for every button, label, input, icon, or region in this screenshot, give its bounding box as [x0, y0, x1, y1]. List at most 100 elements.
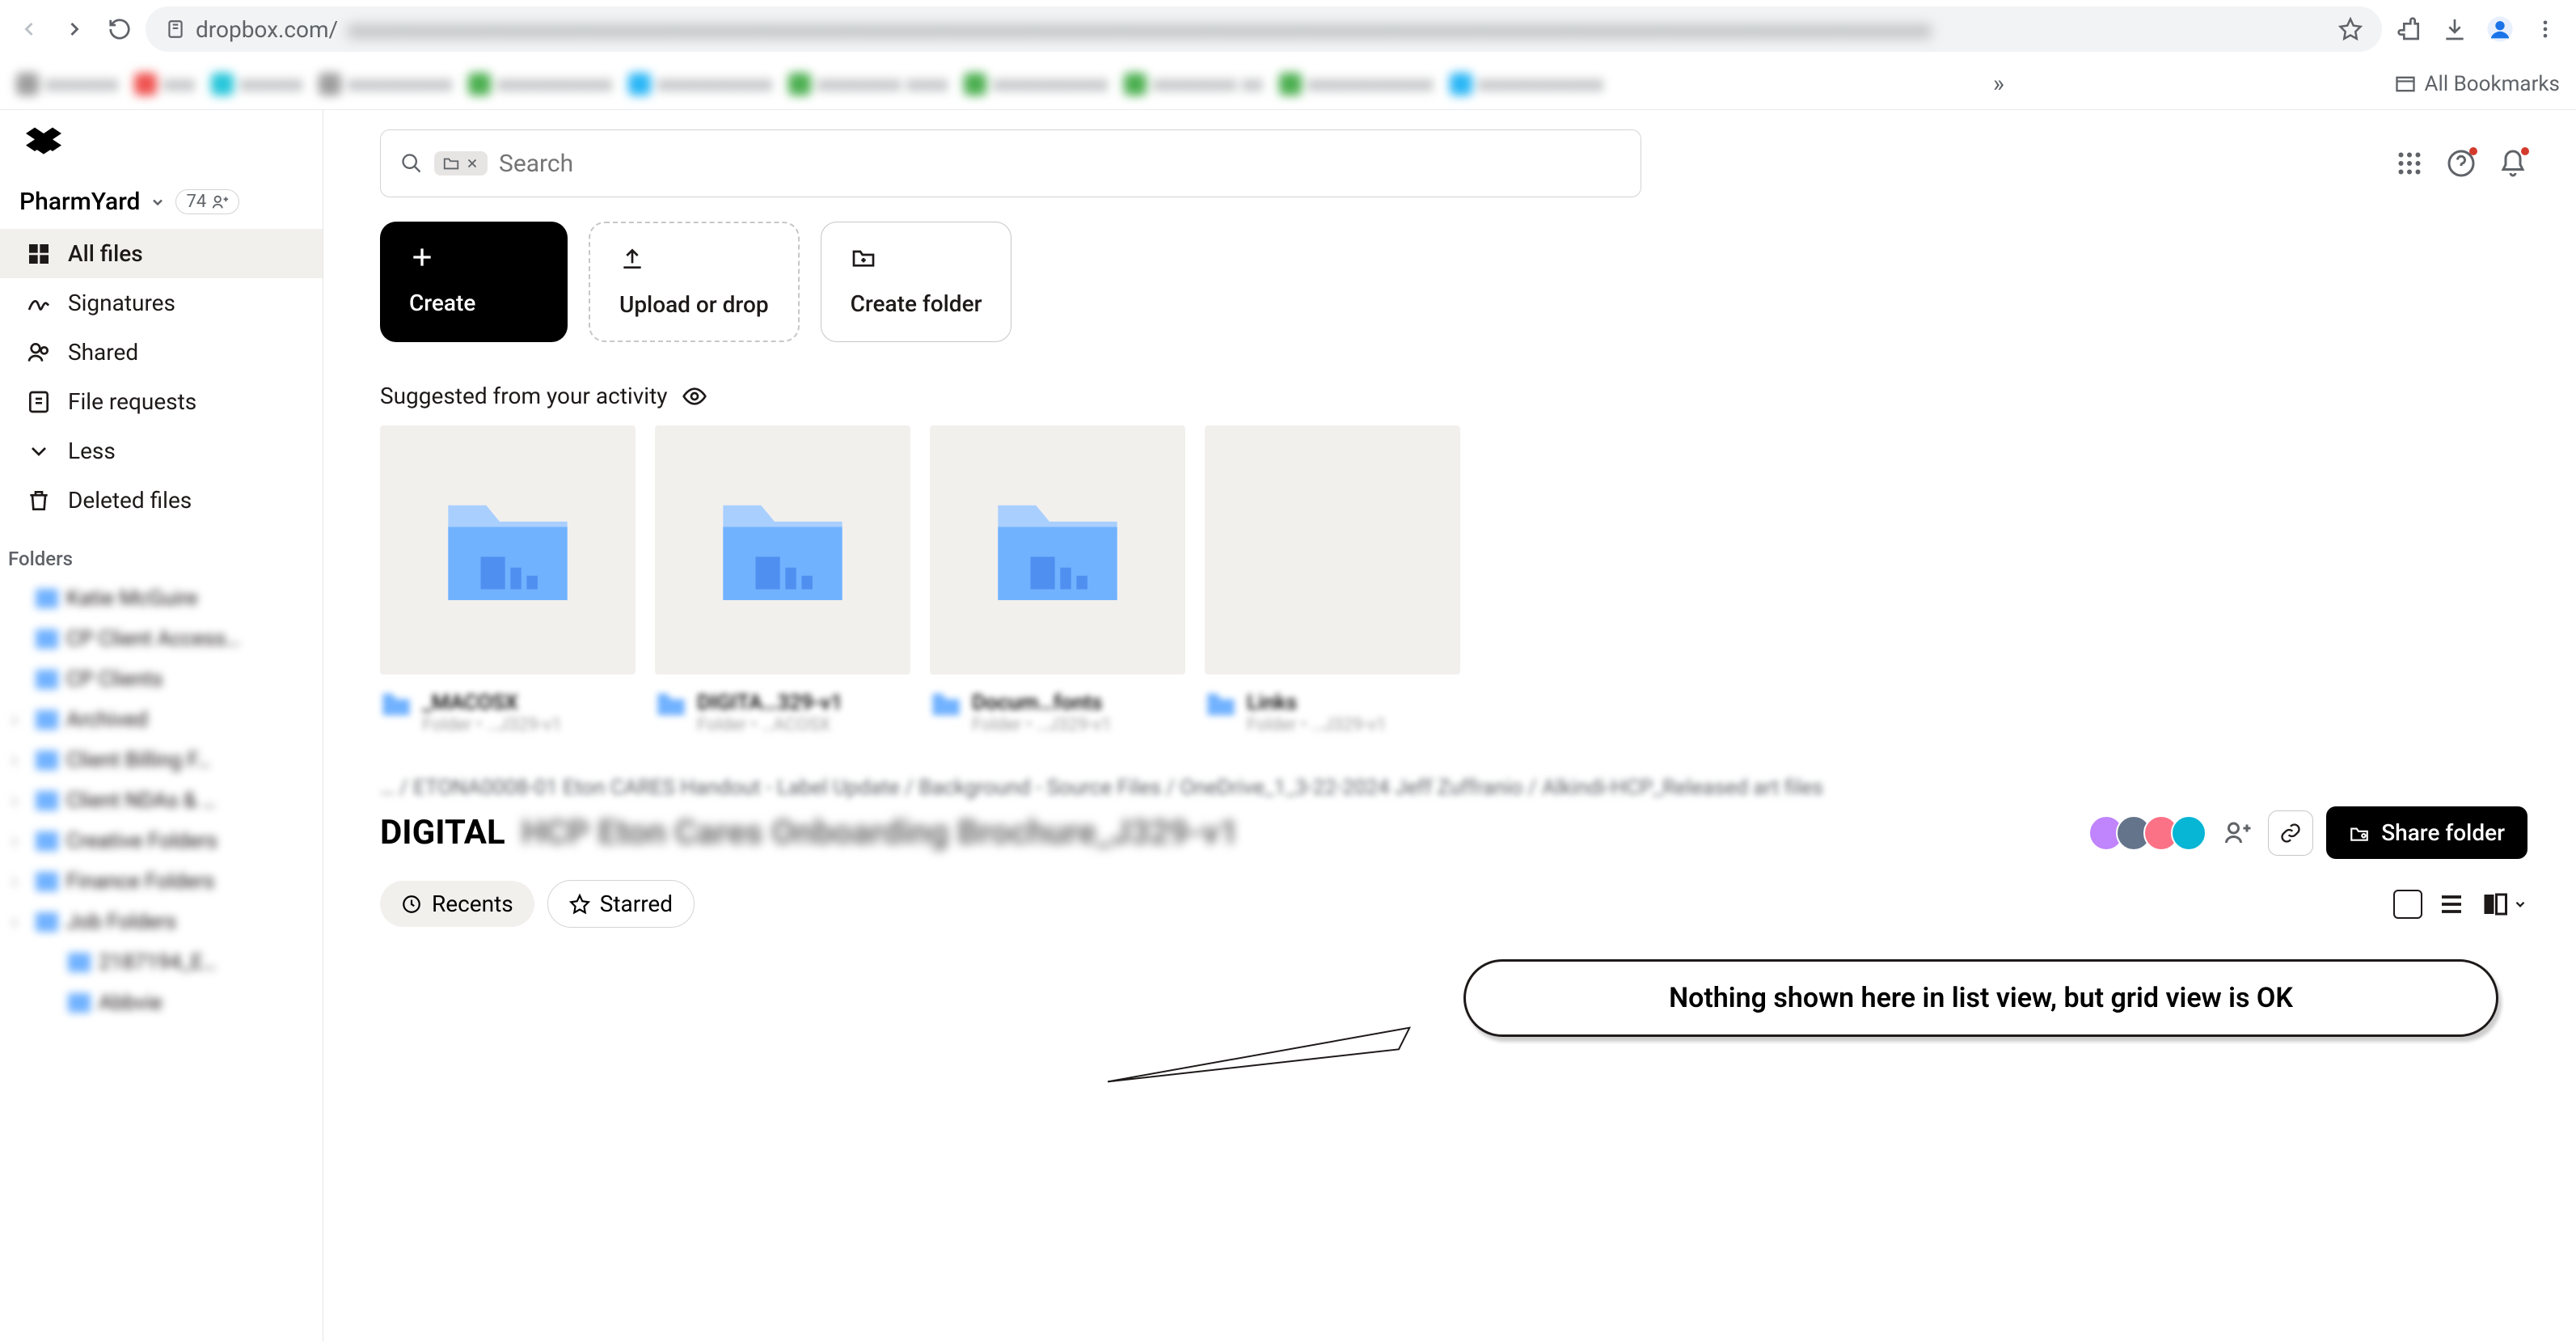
search-icon: [400, 152, 423, 175]
back-button[interactable]: [16, 16, 42, 42]
team-selector[interactable]: PharmYard 74: [0, 181, 323, 229]
folder-tree-item[interactable]: ›Client Billing F…: [0, 740, 323, 780]
view-split-button[interactable]: [2481, 890, 2527, 919]
forward-button[interactable]: [61, 16, 87, 42]
bookmark-item[interactable]: xxxxxxxxxxx: [964, 72, 1108, 96]
sidebar-item-label: Less: [68, 438, 116, 464]
reload-button[interactable]: [107, 16, 133, 42]
user-plus-icon: [211, 193, 229, 211]
bookmark-item[interactable]: xxxxxxxxxxxx: [1450, 72, 1604, 96]
eye-icon[interactable]: [682, 383, 707, 409]
bookmark-item[interactable]: xxxxxx: [211, 72, 302, 96]
share-folder-button[interactable]: Share folder: [2326, 806, 2527, 859]
view-list-button[interactable]: [2437, 890, 2466, 919]
suggested-card[interactable]: [1205, 425, 1460, 675]
action-label: Create folder: [851, 290, 982, 317]
bookmarks-bar: xxxxxxx xxx xxxxxx xxxxxxxxxx xxxxxxxxxx…: [0, 58, 2576, 110]
folder-tree-item[interactable]: Abbvie: [0, 983, 323, 1023]
bookmark-item[interactable]: xxxxxxxxxxxx: [1279, 72, 1434, 96]
folder-tree-item[interactable]: CP Client Access…: [0, 619, 323, 659]
suggested-card[interactable]: [655, 425, 910, 675]
extensions-icon[interactable]: [2395, 15, 2424, 44]
sidebar-item-all-files[interactable]: All files: [0, 229, 323, 278]
starred-filter-chip[interactable]: Starred: [547, 880, 695, 928]
share-icon: [2349, 823, 2370, 844]
bookmark-item[interactable]: xxxxxxxx xx: [1124, 72, 1262, 96]
suggested-meta[interactable]: Docum…fontsFolder • …J329-v1: [930, 691, 1185, 735]
upload-button[interactable]: Upload or drop: [589, 222, 800, 342]
folder-tree-item[interactable]: ›Finance Folders: [0, 861, 323, 902]
filter-label: Starred: [600, 890, 673, 917]
star-icon[interactable]: [2338, 17, 2363, 41]
copy-link-button[interactable]: [2268, 810, 2313, 856]
manage-access-icon[interactable]: [2219, 815, 2255, 851]
filter-label: Recents: [432, 890, 513, 917]
sidebar-item-label: File requests: [68, 388, 196, 415]
bookmarks-overflow-icon[interactable]: »: [1993, 70, 2004, 98]
breadcrumb[interactable]: … / ETONA0008-01 Eton CARES Handout - La…: [380, 776, 2527, 800]
folder-plus-icon: [851, 245, 876, 271]
dropbox-logo-icon[interactable]: [26, 126, 61, 159]
team-name: PharmYard: [19, 188, 140, 216]
search-input[interactable]: [499, 150, 1621, 178]
sidebar-item-label: Shared: [68, 339, 138, 366]
clock-icon: [401, 894, 422, 915]
profile-icon[interactable]: [2485, 15, 2515, 44]
chevron-down-icon: [2513, 897, 2527, 912]
bookmark-item[interactable]: xxxxxxx: [16, 72, 118, 96]
folder-tree-item[interactable]: ›Job Folders: [0, 902, 323, 942]
sidebar-item-file-requests[interactable]: File requests: [0, 377, 323, 426]
bookmark-item[interactable]: xxxxxxxxxxx: [468, 72, 612, 96]
sidebar-item-label: Deleted files: [68, 487, 192, 514]
upload-icon: [619, 246, 645, 272]
recents-filter-chip[interactable]: Recents: [380, 881, 534, 927]
sidebar-item-shared[interactable]: Shared: [0, 328, 323, 377]
folder-tree-item[interactable]: Katie McGuire: [0, 578, 323, 619]
team-member-badge[interactable]: 74: [175, 189, 239, 214]
create-folder-button[interactable]: Create folder: [821, 222, 1012, 342]
suggested-meta[interactable]: _MACOSXFolder • …J329-v1: [380, 691, 636, 735]
create-button[interactable]: Create: [380, 222, 568, 342]
apps-grid-icon[interactable]: [2395, 149, 2424, 178]
sidebar-item-label: Signatures: [68, 290, 175, 316]
avatar-stack[interactable]: [2097, 815, 2206, 851]
close-icon[interactable]: [465, 156, 479, 171]
sidebar-item-less[interactable]: Less: [0, 426, 323, 476]
suggested-meta[interactable]: LinksFolder • …J329-v1: [1205, 691, 1460, 735]
bookmark-item[interactable]: xxxxxxxxxx: [319, 72, 452, 96]
all-bookmarks-button[interactable]: All Bookmarks: [2394, 72, 2560, 96]
downloads-icon[interactable]: [2440, 15, 2469, 44]
suggested-label: Suggested from your activity: [380, 383, 667, 409]
suggested-card[interactable]: [380, 425, 636, 675]
folder-tree-item[interactable]: ›Creative Folders: [0, 821, 323, 861]
folder-tree-item[interactable]: ›Archived: [0, 700, 323, 740]
avatar[interactable]: [2171, 815, 2206, 851]
address-bar[interactable]: dropbox.com/ xxxxxxxxxxxxxxxxxxxxxxxxxxx…: [146, 6, 2382, 52]
chrome-menu-icon[interactable]: [2531, 15, 2560, 44]
notifications-icon[interactable]: [2498, 149, 2527, 178]
browser-toolbar: dropbox.com/ xxxxxxxxxxxxxxxxxxxxxxxxxxx…: [0, 0, 2576, 58]
all-bookmarks-label: All Bookmarks: [2425, 72, 2560, 96]
help-icon[interactable]: [2447, 149, 2476, 178]
site-info-icon[interactable]: [165, 19, 186, 40]
all-files-icon: [26, 241, 52, 267]
sidebar-item-deleted-files[interactable]: Deleted files: [0, 476, 323, 525]
bookmark-item[interactable]: xxxxxxxxxxx: [628, 72, 772, 96]
folder-tree-item[interactable]: ›Client NDAs & …: [0, 780, 323, 821]
folder-title-prefix: DIGITAL: [380, 813, 505, 852]
view-grid-button[interactable]: [2393, 890, 2422, 919]
search-folder-chip[interactable]: [434, 151, 488, 176]
folders-section-label: Folders: [0, 525, 323, 578]
suggested-card[interactable]: [930, 425, 1185, 675]
suggested-meta[interactable]: DIGITA…329-v1Folder • …ACOSX: [655, 691, 910, 735]
annotation-callout: Nothing shown here in list view, but gri…: [1027, 959, 2498, 1121]
search-box[interactable]: [380, 129, 1641, 197]
bookmark-item[interactable]: xxx: [134, 72, 195, 96]
bookmark-item[interactable]: xxxxxxxx xxxx: [788, 72, 948, 96]
folder-tree-item[interactable]: 2187194_E…: [0, 942, 323, 983]
breadcrumb-text: … / ETONA0008-01 Eton CARES Handout - La…: [380, 776, 1823, 800]
sidebar-item-signatures[interactable]: Signatures: [0, 278, 323, 328]
url-path-blurred: xxxxxxxxxxxxxxxxxxxxxxxxxxxxxxxxxxxxxxxx…: [348, 16, 1932, 43]
folder-tree-item[interactable]: CP Clients: [0, 659, 323, 700]
shared-icon: [26, 340, 52, 366]
